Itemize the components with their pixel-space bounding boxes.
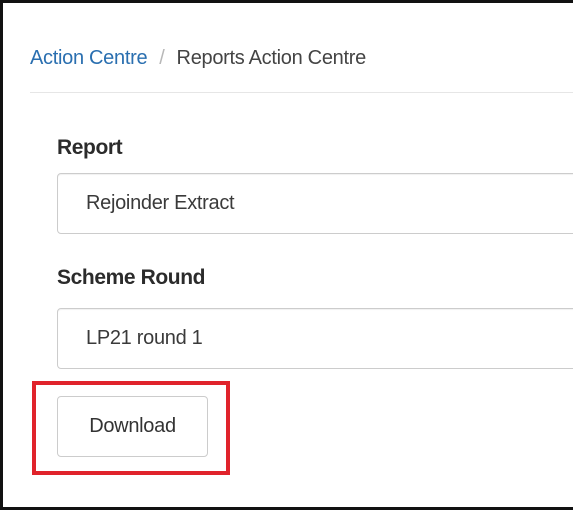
screenshot-frame: Action Centre / Reports Action Centre Repo… [0,0,573,510]
report-select-value: Rejoinder Extract [86,192,235,214]
scheme-round-label: Scheme Round [57,266,206,289]
scheme-round-select[interactable]: LP21 round 1 [57,308,573,369]
breadcrumb-separator: / [159,47,165,69]
breadcrumb-current-page: Reports Action Centre [176,47,367,69]
scheme-round-select-value: LP21 round 1 [86,327,203,349]
report-label: Report [57,136,123,159]
breadcrumb-action-centre-link[interactable]: Action Centre [30,47,148,69]
report-select[interactable]: Rejoinder Extract [57,173,573,234]
download-button[interactable]: Download [57,396,208,457]
breadcrumb: Action Centre / Reports Action Centre [30,47,366,70]
header-divider [30,92,573,93]
